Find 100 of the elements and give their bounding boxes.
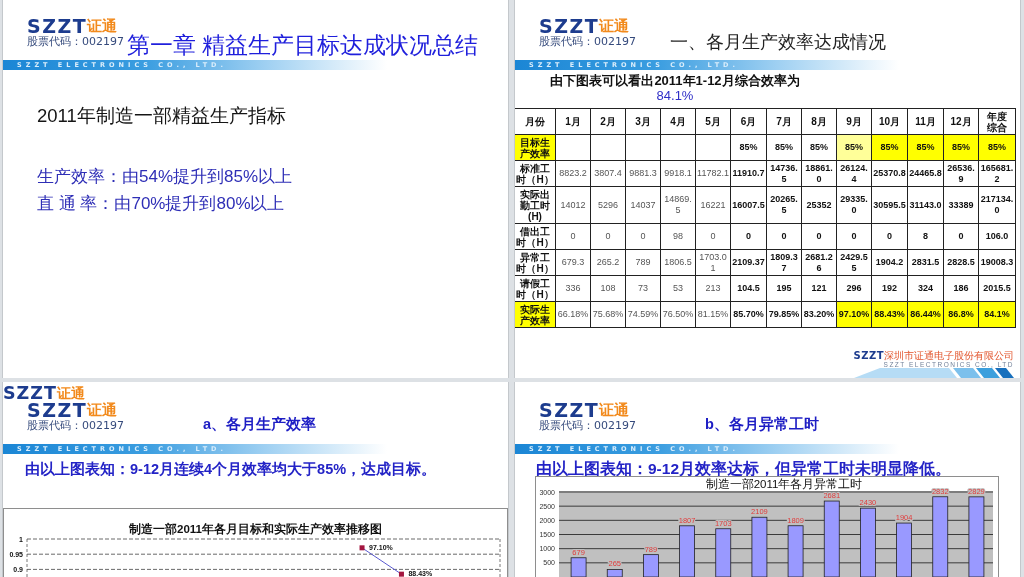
header-cell: 11月 <box>907 108 944 135</box>
chart-bar <box>860 507 876 577</box>
chart-bar <box>643 554 659 577</box>
table-cell: 186 <box>943 275 979 302</box>
table-cell: 2015.5 <box>978 275 1016 302</box>
header-cell: 12月 <box>943 108 979 135</box>
logo-wordmark: SZZT <box>539 18 600 34</box>
table-cell: 18861.0 <box>801 160 837 187</box>
chart-bar <box>787 525 804 577</box>
chart-bar <box>896 522 912 577</box>
summary-value: 84.1% <box>656 89 694 103</box>
table-cell: 19008.3 <box>978 249 1016 276</box>
row-header: 标准工时（H） <box>515 160 556 187</box>
table-cell: 31143.0 <box>907 186 944 224</box>
table-cell: 66.18% <box>555 301 591 328</box>
stock-code: 股票代码：002197 <box>539 419 636 433</box>
chart-bar <box>715 528 732 577</box>
table-cell: 85% <box>730 134 767 161</box>
table-cell: 2681.26 <box>801 249 837 276</box>
point-marker <box>359 545 365 551</box>
table-cell: 2109.37 <box>730 249 767 276</box>
point-marker <box>398 571 404 577</box>
indicator-line: 直 通 率：由70%提升到80%以上 <box>37 193 285 215</box>
table-cell: 3807.4 <box>590 160 626 187</box>
header-cell: 6月 <box>730 108 767 135</box>
table-cell: 9881.3 <box>625 160 661 187</box>
table-cell: 0 <box>836 223 872 250</box>
table-cell: 11910.7 <box>730 160 767 187</box>
table-cell: 296 <box>836 275 872 302</box>
stock-code: 股票代码：002197 <box>27 35 124 49</box>
logo-chinese-text: 证通 <box>56 384 85 401</box>
table-cell: 0 <box>943 223 979 250</box>
table-cell: 336 <box>555 275 591 302</box>
slide-title: 一、各月生产效率达成情况 <box>670 32 886 52</box>
header-cell: 2月 <box>590 108 626 135</box>
logo-chinese-text: 证通 <box>599 18 630 34</box>
row-header: 实际出勤工时(H) <box>515 186 556 224</box>
table-cell: 2831.5 <box>907 249 944 276</box>
table-cell: 1703.01 <box>695 249 731 276</box>
table-cell: 213 <box>695 275 731 302</box>
table-cell: 75.68% <box>590 301 626 328</box>
logo-wordmark: SZZT <box>3 384 57 401</box>
chart-bar <box>606 569 623 577</box>
table-cell: 30595.5 <box>871 186 908 224</box>
table-cell: 5296 <box>590 186 626 224</box>
company-name: 深圳市证通电子股份有限公司 <box>884 350 1014 361</box>
table-cell: 25352 <box>801 186 837 224</box>
table-cell: 1806.5 <box>660 249 696 276</box>
table-cell: 73 <box>625 275 661 302</box>
table-cell: 16007.5 <box>730 186 767 224</box>
table-cell: 104.5 <box>730 275 767 302</box>
table-cell: 98 <box>660 223 696 250</box>
table-cell: 0 <box>766 223 802 250</box>
table-cell: 108 <box>590 275 626 302</box>
logo-chinese-text: 证通 <box>87 18 118 34</box>
stock-code: 股票代码：002197 <box>27 419 124 433</box>
header-cell: 月份 <box>515 108 556 135</box>
table-cell: 83.20% <box>801 301 837 328</box>
table-cell: 33389 <box>943 186 979 224</box>
table-cell: 679.3 <box>555 249 591 276</box>
table-cell: 1809.37 <box>766 249 802 276</box>
table-cell: 0 <box>730 223 767 250</box>
table-cell: 2828.5 <box>943 249 979 276</box>
table-cell: 24465.8 <box>907 160 944 187</box>
table-cell: 29335.0 <box>836 186 872 224</box>
table-cell: 195 <box>766 275 802 302</box>
table-cell: 106.0 <box>978 223 1016 250</box>
chart-bar <box>751 516 768 577</box>
logo-wordmark: SZZT <box>27 402 88 418</box>
header-cell: 7月 <box>766 108 802 135</box>
header-cell: 3月 <box>625 108 661 135</box>
header-cell: 1月 <box>555 108 591 135</box>
slide-title: a、各月生产效率 <box>203 415 317 433</box>
summary-caption: 由下图表可以看出2011年1-12月综合效率为 <box>550 73 800 89</box>
table-cell: 8823.2 <box>555 160 591 187</box>
table-cell: 0 <box>625 223 661 250</box>
table-cell: 14037 <box>625 186 661 224</box>
stock-code: 股票代码：002197 <box>539 35 636 49</box>
chart-title: 制造一部2011年各月目标和实际生产效率推移图 <box>129 523 382 536</box>
table-cell: 0 <box>695 223 731 250</box>
table-cell: 76.50% <box>660 301 696 328</box>
row-header: 目标生产效率 <box>515 134 556 161</box>
table-cell: 165681.2 <box>978 160 1016 187</box>
logo-wordmark: SZZT <box>27 18 88 34</box>
header-cell: 9月 <box>836 108 872 135</box>
header-cell: 10月 <box>871 108 908 135</box>
slide-title: 第一章 精益生产目标达成状况总结 <box>127 32 479 58</box>
table-cell: 789 <box>625 249 661 276</box>
conclusion-text: 由以上图表知：9-12月效率达标，但异常工时未明显降低。 <box>536 460 952 478</box>
table-cell: 265.2 <box>590 249 626 276</box>
table-cell: 0 <box>871 223 908 250</box>
table-cell: 20265.5 <box>766 186 802 224</box>
row-header: 实际生产效率 <box>515 301 556 328</box>
chart-title: 制造一部2011年各月异常工时 <box>705 478 863 490</box>
slide-title: b、各月异常工时 <box>705 415 819 433</box>
table-cell: 0 <box>555 223 591 250</box>
table-cell: 0 <box>590 223 626 250</box>
table-cell: 74.59% <box>625 301 661 328</box>
table-cell: 16221 <box>695 186 731 224</box>
table-cell: 14012 <box>555 186 591 224</box>
